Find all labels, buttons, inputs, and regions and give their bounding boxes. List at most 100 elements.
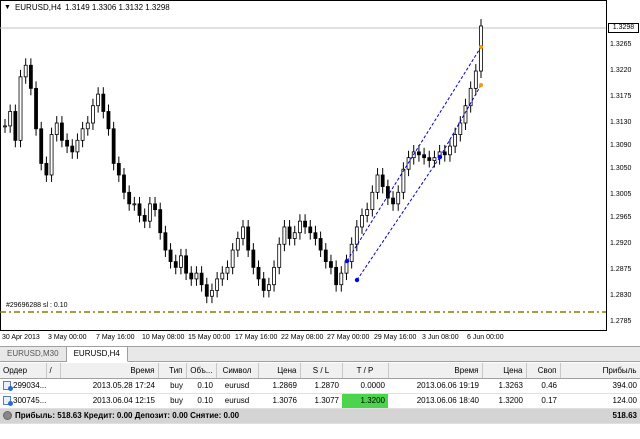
candle-body xyxy=(91,105,95,124)
price-axis-label: 1.3090 xyxy=(610,142,632,150)
candle-body xyxy=(23,64,28,78)
candle-body xyxy=(75,139,80,153)
table-header: Ордер / Время Тип Объ... Символ Цена S /… xyxy=(0,363,640,379)
candle-body xyxy=(8,111,13,127)
chart-menu-icon[interactable]: ▼ xyxy=(4,4,11,11)
candle-body xyxy=(18,76,23,141)
candle-body xyxy=(401,168,406,193)
candle-body xyxy=(204,284,209,297)
summary-cell: Прибыль: 518.63 Кредит: 0.00 Депозит: 0.… xyxy=(0,408,560,424)
col-header-order[interactable]: Ордер xyxy=(0,363,47,379)
candle-body xyxy=(147,203,152,222)
candle-body xyxy=(70,145,75,153)
open-time-cell: 2013.06.04 12:15 xyxy=(60,393,158,409)
orders-table: Ордер / Время Тип Объ... Символ Цена S /… xyxy=(0,363,640,424)
candle-body xyxy=(417,151,421,156)
col-header-profit[interactable]: Прибыль xyxy=(560,363,640,379)
close-price-cell: 1.3263 xyxy=(482,378,526,394)
price-chart[interactable]: ▼ EURUSD,H4 1.3149 1.3306 1.3132 1.3298 … xyxy=(0,0,640,345)
candle-body xyxy=(272,266,276,286)
sl-cell: 1.3077 xyxy=(300,393,342,409)
candle-body xyxy=(442,151,447,156)
candle-body xyxy=(370,191,375,211)
price-axis-label: 1.2875 xyxy=(610,266,632,274)
candle-body xyxy=(127,191,132,205)
col-header-close-price[interactable]: Цена xyxy=(482,363,527,379)
type-cell: buy xyxy=(158,378,186,394)
candlestick-chart[interactable] xyxy=(0,0,640,345)
candle-body xyxy=(432,157,437,161)
col-header-open-time[interactable]: Время xyxy=(60,363,159,379)
candle-body xyxy=(153,203,157,211)
col-header-tp[interactable]: T / P xyxy=(342,363,389,379)
order-line-label: #29696288 sl : 0.10 xyxy=(6,302,68,309)
close-price-cell: 1.3200 xyxy=(482,393,526,409)
candle-body xyxy=(65,139,69,147)
candle-body xyxy=(13,111,18,141)
candle-body xyxy=(44,163,49,176)
col-header-sl[interactable]: S / L xyxy=(300,363,343,379)
table-row[interactable]: 299034... 2013.05.28 17:24 buy 0.10 euru… xyxy=(0,378,640,394)
candle-body xyxy=(339,272,344,286)
candle-body xyxy=(184,255,188,274)
candle-body xyxy=(334,266,339,286)
tab-eurusd-h4[interactable]: EURUSD,H4 xyxy=(66,347,128,362)
candle-body xyxy=(220,272,225,280)
candle-body xyxy=(111,128,116,164)
price-cell: 1.2869 xyxy=(258,378,300,394)
symbol-cell: eurusd xyxy=(216,393,258,409)
candle-body xyxy=(80,128,85,141)
col-header-symbol[interactable]: Символ xyxy=(216,363,259,379)
chart-tabs-bar: EURUSD,M30 EURUSD,H4 xyxy=(0,346,640,362)
swap-cell: 0.17 xyxy=(526,393,560,409)
close-time-cell: 2013.06.06 18:40 xyxy=(388,393,482,409)
candle-body xyxy=(380,174,385,187)
candle-body xyxy=(453,134,458,147)
candle-body xyxy=(318,238,323,251)
order-cell: 300745... xyxy=(0,393,60,409)
candle-body xyxy=(277,243,282,268)
price-axis-label: 1.2785 xyxy=(610,318,632,326)
tp-cell-highlighted: 1.3200 xyxy=(342,393,388,409)
trade-exit-marker xyxy=(479,83,483,87)
time-axis-label: 3 May 00:00 xyxy=(48,334,87,341)
candle-body xyxy=(230,249,235,268)
col-header-sort[interactable]: / xyxy=(46,363,61,379)
candle-body xyxy=(122,174,126,193)
volume-cell: 0.10 xyxy=(186,378,216,394)
time-axis-label: 29 May 16:00 xyxy=(374,334,417,341)
candle-body xyxy=(225,266,230,274)
col-header-type[interactable]: Тип xyxy=(158,363,187,379)
tab-eurusd-m30[interactable]: EURUSD,M30 xyxy=(0,347,67,362)
candle-body xyxy=(473,70,478,89)
trade-entry-marker xyxy=(344,258,350,264)
price-axis-label: 1.3050 xyxy=(610,165,632,173)
order-icon xyxy=(3,381,13,392)
summary-total: 518.63 xyxy=(560,408,640,424)
candle-body xyxy=(85,122,90,130)
candle-body xyxy=(313,232,318,239)
trade-line-2 xyxy=(439,84,482,158)
table-row[interactable]: 300745... 2013.06.04 12:15 buy 0.10 euru… xyxy=(0,393,640,409)
candle-body xyxy=(106,111,111,130)
candle-body xyxy=(298,220,302,234)
symbol-cell: eurusd xyxy=(216,378,258,394)
candle-body xyxy=(292,232,297,239)
col-header-price[interactable]: Цена xyxy=(258,363,301,379)
trade-entry-marker xyxy=(437,154,443,160)
candle-body xyxy=(463,105,468,124)
col-header-volume[interactable]: Объ... xyxy=(186,363,217,379)
col-header-swap[interactable]: Своп xyxy=(526,363,561,379)
price-axis-label: 1.3220 xyxy=(610,67,632,75)
type-cell: buy xyxy=(158,393,186,409)
candle-body xyxy=(256,266,261,280)
summary-icon xyxy=(3,411,12,421)
price-axis-label: 1.2920 xyxy=(610,240,632,248)
order-cell: 299034... xyxy=(0,378,60,394)
time-axis-label: 6 Jun 00:00 xyxy=(467,334,504,341)
chart-ohlc-values: 1.3149 1.3306 1.3132 1.3298 xyxy=(65,3,170,12)
trade-line-1 xyxy=(346,46,482,262)
candle-body xyxy=(179,255,183,268)
col-header-close-time[interactable]: Время xyxy=(388,363,483,379)
candle-body xyxy=(448,145,452,156)
